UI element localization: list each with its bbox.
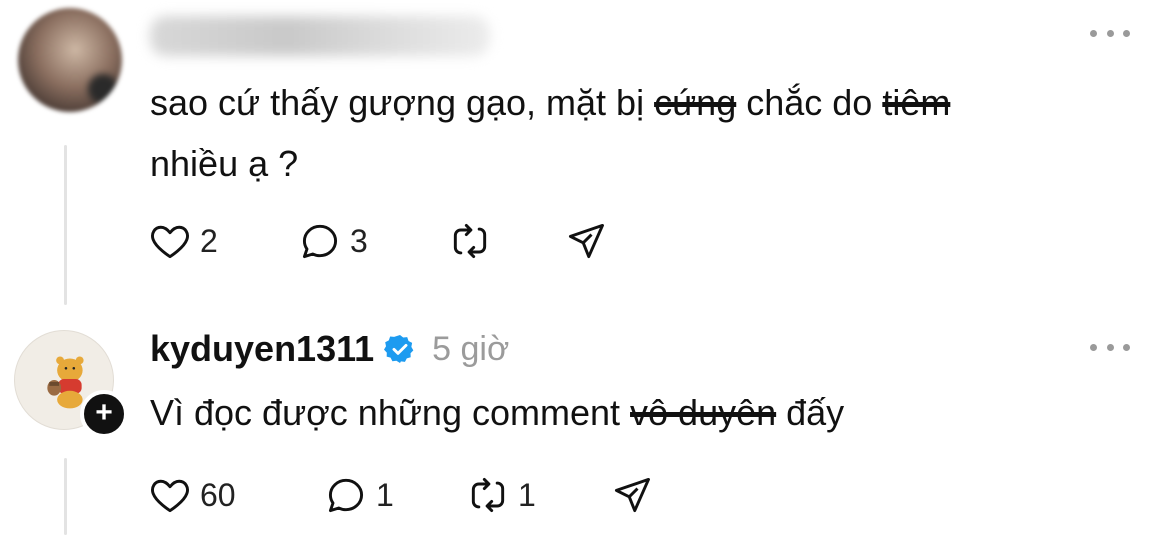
comment-text: Vì đọc được những comment vô duyên đấy: [150, 392, 845, 433]
heart-icon: [151, 225, 189, 259]
repost-icon: [453, 223, 487, 259]
comment-icon: [328, 478, 364, 513]
username[interactable]: kyduyen1311: [150, 328, 374, 370]
repost-button[interactable]: [448, 216, 492, 266]
heart-icon: [151, 479, 189, 513]
send-icon: [568, 223, 604, 259]
username-blurred: [150, 16, 490, 56]
thread-line: [64, 145, 67, 305]
like-button[interactable]: 60: [148, 470, 236, 520]
comment-icon: [302, 224, 338, 259]
reply-button[interactable]: 3: [298, 216, 368, 266]
more-options-icon[interactable]: [1090, 340, 1130, 354]
comment-1: sao cứ thấy gượng gạo, mặt bị cứng chắc …: [0, 0, 1160, 310]
like-count: 60: [200, 476, 236, 513]
like-count: 2: [200, 222, 218, 259]
follow-plus-button[interactable]: +: [80, 390, 128, 438]
more-options-icon[interactable]: [1090, 26, 1130, 40]
reply-button[interactable]: 1: [324, 470, 394, 520]
share-button[interactable]: [610, 470, 654, 520]
avatar[interactable]: [18, 8, 122, 112]
repost-icon: [471, 477, 505, 513]
send-icon: [614, 477, 650, 513]
timestamp: 5 giờ: [432, 329, 510, 368]
comment-text-line2: nhiều ạ ?: [150, 143, 299, 184]
repost-button[interactable]: 1: [466, 470, 536, 520]
share-button[interactable]: [564, 216, 608, 266]
comment-header: kyduyen1311 5 giờ: [150, 328, 509, 370]
comment-text: sao cứ thấy gượng gạo, mặt bị cứng chắc …: [150, 82, 951, 123]
comment-2: + kyduyen1311 5 giờ Vì đọc được những co…: [0, 310, 1160, 535]
reply-count: 1: [376, 476, 394, 513]
reply-count: 3: [350, 222, 368, 259]
verified-badge-icon: [384, 335, 414, 363]
thread-line: [64, 458, 67, 535]
repost-count: 1: [518, 476, 536, 513]
like-button[interactable]: 2: [148, 216, 218, 266]
